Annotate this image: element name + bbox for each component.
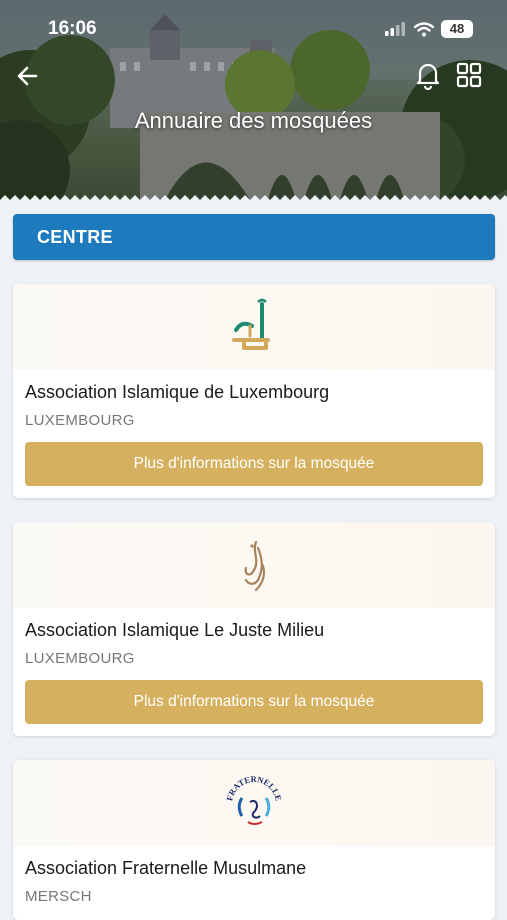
header-banner: 16:06 48 Annuaire des mosquées bbox=[0, 0, 507, 205]
back-arrow-icon[interactable] bbox=[14, 62, 42, 90]
mosque-name: Association Islamique de Luxembourg bbox=[25, 382, 330, 402]
logo-arc-text: FRATERNELLE bbox=[224, 774, 284, 802]
mosque-city: MERSCH bbox=[25, 888, 92, 905]
fraternelle-logo-icon: FRATERNELLE bbox=[224, 774, 284, 825]
mosque-name: Association Islamique Le Juste Milieu bbox=[25, 620, 325, 640]
bell-icon[interactable] bbox=[414, 60, 442, 90]
status-time: 16:06 bbox=[48, 18, 97, 39]
mosque-card[interactable]: FRATERNELLE Association Fraternelle Musu… bbox=[13, 760, 495, 920]
header-zigzag-edge bbox=[0, 195, 507, 205]
more-info-button[interactable]: Plus d'informations sur la mosquée bbox=[25, 442, 483, 486]
mosque-card[interactable]: Association Islamique Le Juste Milieu LU… bbox=[13, 522, 495, 736]
mosque-card[interactable]: Association Islamique de Luxembourg LUXE… bbox=[13, 284, 495, 498]
battery-indicator: 48 bbox=[441, 20, 473, 38]
mosque-city: LUXEMBOURG bbox=[25, 412, 135, 429]
grid-menu-icon[interactable] bbox=[456, 62, 482, 88]
mosque-city: LUXEMBOURG bbox=[25, 650, 135, 667]
calligraphy-logo-icon bbox=[244, 540, 266, 592]
svg-text:FRATERNELLE: FRATERNELLE bbox=[224, 774, 284, 802]
page-title: Annuaire des mosquées bbox=[134, 108, 373, 133]
signal-icon bbox=[385, 22, 405, 36]
section-label: CENTRE bbox=[37, 227, 113, 247]
section-header-centre[interactable]: CENTRE bbox=[13, 214, 495, 260]
more-info-button[interactable]: Plus d'informations sur la mosquée bbox=[25, 680, 483, 724]
mosque-logo-icon bbox=[232, 298, 270, 350]
wifi-icon bbox=[414, 21, 434, 36]
status-bar: 16:06 48 bbox=[0, 0, 507, 58]
mosque-name: Association Fraternelle Musulmane bbox=[25, 858, 307, 878]
status-icons: 48 bbox=[385, 20, 473, 38]
